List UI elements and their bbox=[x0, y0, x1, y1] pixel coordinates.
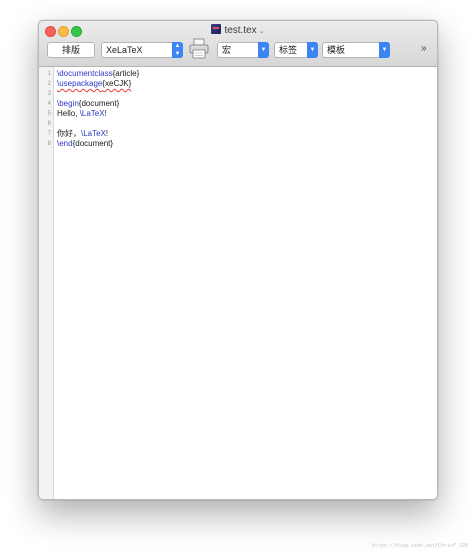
line-number-gutter: 1 2 3 4 5 6 7 8 bbox=[39, 67, 54, 499]
code-text: {article} bbox=[112, 69, 140, 78]
chevron-down-icon: ⌄ bbox=[258, 28, 265, 35]
latex-command: \LaTeX bbox=[81, 129, 106, 138]
templates-dropdown-label: 模板 bbox=[327, 45, 346, 55]
engine-select[interactable]: XeLaTeX ▲ ▼ bbox=[101, 42, 183, 58]
line-number: 2 bbox=[47, 81, 51, 87]
chevron-down-icon: ▼ bbox=[258, 42, 269, 58]
toolbar-overflow-button[interactable]: » bbox=[421, 43, 426, 54]
engine-select-value: XeLaTeX bbox=[106, 45, 143, 55]
code-line[interactable]: \end{document} bbox=[57, 139, 113, 149]
tex-document-icon bbox=[211, 24, 222, 34]
line-number: 5 bbox=[47, 111, 51, 117]
latex-command: \documentclass bbox=[57, 69, 113, 78]
up-down-arrows-icon: ▲ ▼ bbox=[172, 42, 183, 58]
chevron-down-icon: ▼ bbox=[307, 42, 318, 58]
editor-window: test.tex ⌄ 排版 XeLaTeX ▲ ▼ 宏 ▼ 标签 ▼ 模板 ▼ » bbox=[38, 20, 438, 500]
code-line[interactable]: \documentclass{article} bbox=[57, 69, 139, 79]
watermark: https://blog.csdn.net/ChrisF_328 bbox=[371, 543, 468, 549]
latex-command: \LaTeX bbox=[79, 109, 105, 118]
tags-dropdown-label: 标签 bbox=[279, 45, 298, 55]
typeset-button[interactable]: 排版 bbox=[47, 42, 95, 58]
line-number: 8 bbox=[47, 141, 51, 147]
line-number: 4 bbox=[47, 101, 51, 107]
window-title[interactable]: test.tex ⌄ bbox=[39, 24, 437, 38]
macros-dropdown[interactable]: 宏 ▼ bbox=[217, 42, 269, 58]
templates-dropdown[interactable]: 模板 ▼ bbox=[322, 42, 390, 58]
latex-command: \end bbox=[57, 139, 73, 148]
code-text: {xeCJK} bbox=[102, 79, 132, 88]
code-text: {document} bbox=[78, 99, 120, 108]
line-number: 3 bbox=[47, 91, 51, 97]
code-text: Hello, bbox=[57, 109, 80, 118]
code-line[interactable]: \begin{document} bbox=[57, 99, 119, 109]
macros-dropdown-label: 宏 bbox=[222, 45, 232, 55]
latex-command: \begin bbox=[57, 99, 79, 108]
code-text: 你好， bbox=[57, 129, 81, 138]
line-number: 6 bbox=[47, 121, 51, 127]
code-text: {document} bbox=[72, 139, 114, 148]
code-text: ! bbox=[105, 129, 109, 138]
code-line[interactable]: Hello, \LaTeX! bbox=[57, 109, 107, 119]
line-number: 1 bbox=[47, 71, 51, 77]
line-number: 7 bbox=[47, 131, 51, 137]
code-line[interactable]: 你好，\LaTeX! bbox=[57, 129, 108, 139]
source-editor[interactable]: \documentclass{article} \usepackage{xeCJ… bbox=[57, 67, 433, 499]
code-line[interactable]: \usepackage{xeCJK} bbox=[57, 79, 131, 89]
tags-dropdown[interactable]: 标签 ▼ bbox=[274, 42, 318, 58]
window-title-text: test.tex bbox=[224, 25, 257, 36]
printer-icon[interactable] bbox=[189, 38, 209, 60]
chevron-down-icon: ▼ bbox=[379, 42, 390, 58]
code-text: ! bbox=[104, 109, 107, 118]
title-bar[interactable]: test.tex ⌄ 排版 XeLaTeX ▲ ▼ 宏 ▼ 标签 ▼ 模板 ▼ » bbox=[39, 21, 437, 67]
latex-command: \usepackage bbox=[57, 79, 103, 88]
